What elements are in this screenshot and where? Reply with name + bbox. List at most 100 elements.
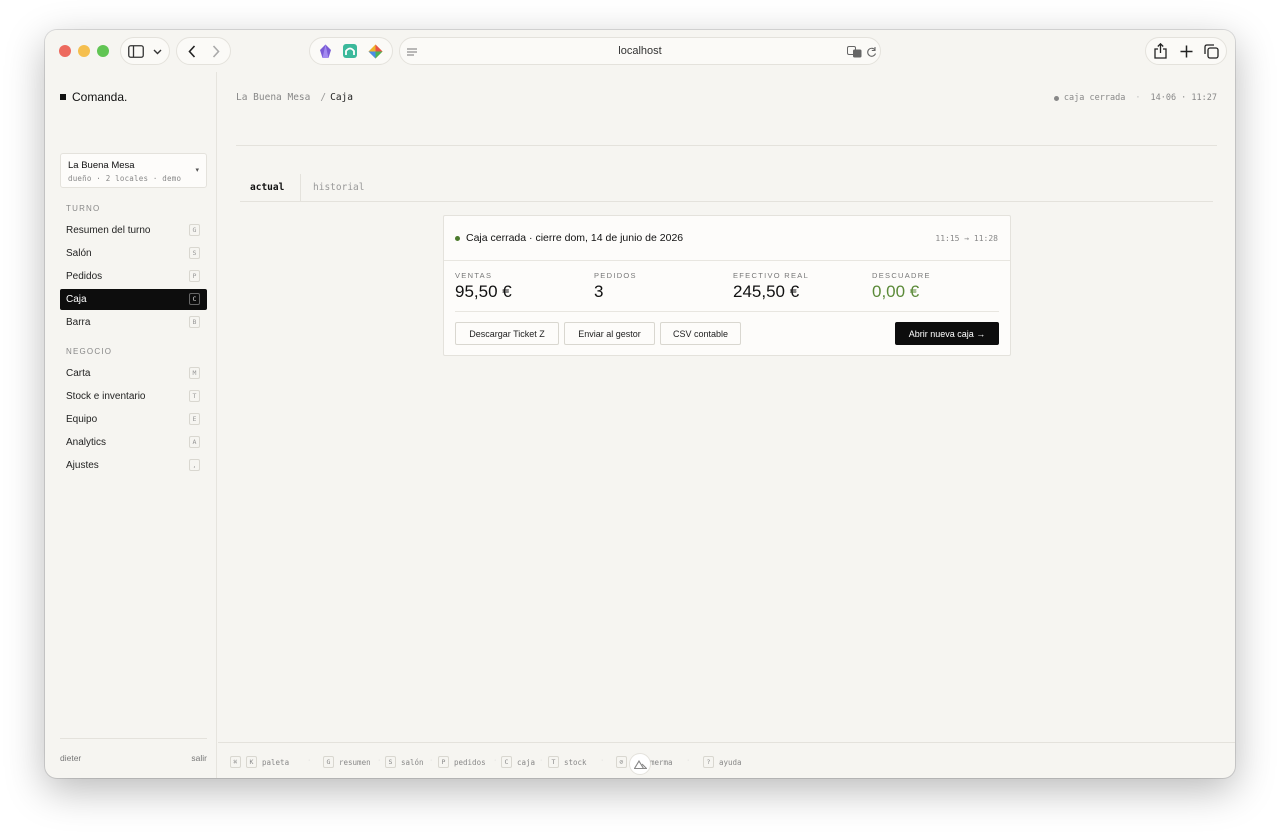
sidebar-item-analytics[interactable]: Analytics A bbox=[60, 432, 207, 453]
minimize-window-button[interactable] bbox=[78, 45, 90, 57]
metric-pedidos: PEDIDOS 3 bbox=[594, 271, 637, 302]
shortcut-separator: · bbox=[430, 757, 433, 764]
tab-historial[interactable]: historial bbox=[313, 182, 364, 193]
sidebar-item-salon[interactable]: Salón S bbox=[60, 243, 207, 264]
metric-value: 95,50 € bbox=[455, 282, 512, 301]
shortcut-palette[interactable]: ⌘ Kpaleta bbox=[230, 756, 289, 768]
shortcut-key: C bbox=[189, 293, 200, 305]
brand-logo[interactable]: Comanda. bbox=[60, 90, 127, 104]
metric-label: VENTAS bbox=[455, 271, 493, 280]
shortcut-label: paleta bbox=[262, 757, 290, 767]
open-new-register-button[interactable]: Abrir nueva caja → bbox=[895, 322, 999, 345]
tab-divider bbox=[300, 174, 301, 202]
sidebar-icon bbox=[128, 45, 144, 58]
sidebar-item-carta[interactable]: Carta M bbox=[60, 363, 207, 384]
section-title-turno: TURNO bbox=[66, 204, 101, 213]
metric-label: PEDIDOS bbox=[594, 271, 637, 280]
metric-ventas: VENTAS 95,50 € bbox=[455, 271, 512, 302]
new-tab-icon[interactable] bbox=[1180, 45, 1193, 58]
url-text: localhost bbox=[618, 45, 662, 57]
tab-bar: actual historial bbox=[240, 174, 1213, 202]
sidebar-item-pedidos[interactable]: Pedidos P bbox=[60, 266, 207, 287]
shortcut-key: G bbox=[189, 224, 200, 236]
sidebar-item-label: Barra bbox=[66, 317, 91, 328]
header-divider bbox=[236, 145, 1217, 146]
status-dot-icon bbox=[1053, 95, 1059, 101]
shortcut-label: stock bbox=[564, 757, 587, 767]
metrics-divider bbox=[455, 311, 999, 312]
close-window-button[interactable] bbox=[59, 45, 71, 57]
shortcut-label: merma bbox=[650, 757, 673, 767]
extension-arch-icon[interactable] bbox=[343, 44, 357, 58]
sidebar-item-resumen[interactable]: Resumen del turno G bbox=[60, 220, 207, 241]
sidebar-item-caja[interactable]: Caja C bbox=[60, 289, 207, 310]
status-dot-icon bbox=[455, 236, 460, 241]
reload-icon[interactable] bbox=[866, 46, 877, 58]
forward-icon[interactable] bbox=[212, 45, 220, 58]
shortcut-key: M bbox=[189, 367, 200, 379]
shortcut-bar: ⌘ Kpaleta · Gresumen · Ssalón · Ppedidos … bbox=[218, 742, 1235, 778]
shortcut-separator: · bbox=[601, 757, 604, 764]
address-bar[interactable]: localhost bbox=[399, 37, 881, 65]
sidebar-item-label: Salón bbox=[66, 248, 92, 259]
back-icon[interactable] bbox=[188, 45, 196, 58]
shortcut-stock[interactable]: Tstock bbox=[548, 756, 587, 768]
zoom-window-button[interactable] bbox=[97, 45, 109, 57]
extension-crystal-icon[interactable] bbox=[319, 44, 332, 59]
extension-diamond-icon[interactable] bbox=[368, 44, 383, 59]
status-text: caja cerrada bbox=[1063, 93, 1126, 103]
metric-value: 0,00 € bbox=[872, 282, 920, 301]
sidebar-item-label: Stock e inventario bbox=[66, 391, 146, 402]
current-user: dieter bbox=[60, 753, 82, 763]
sidebar-item-barra[interactable]: Barra B bbox=[60, 312, 207, 333]
shortcut-key: K bbox=[246, 756, 257, 768]
shortcut-pedidos[interactable]: Ppedidos bbox=[438, 756, 486, 768]
breadcrumb-root[interactable]: La Buena Mesa bbox=[236, 92, 310, 103]
devtools-badge[interactable] bbox=[629, 753, 651, 775]
csv-export-button[interactable]: CSV contable bbox=[660, 322, 741, 345]
venue-selector[interactable]: La Buena Mesa dueño · 2 locales · demo ▾ bbox=[60, 153, 207, 188]
metric-label: DESCUADRE bbox=[872, 271, 931, 280]
sidebar-item-ajustes[interactable]: Ajustes , bbox=[60, 455, 207, 476]
venue-subtitle: dueño · 2 locales · demo bbox=[68, 174, 182, 183]
breadcrumb-separator: / bbox=[320, 92, 327, 103]
send-to-accountant-button[interactable]: Enviar al gestor bbox=[564, 322, 655, 345]
shortcut-key: S bbox=[189, 247, 200, 259]
share-icon[interactable] bbox=[1154, 43, 1167, 59]
brand-square-icon bbox=[60, 94, 66, 100]
section-title-negocio: NEGOCIO bbox=[66, 347, 113, 356]
shortcut-separator: · bbox=[540, 757, 543, 764]
shortcut-separator: · bbox=[308, 757, 311, 764]
shortcut-label: resumen bbox=[339, 757, 371, 767]
shortcut-resumen[interactable]: Gresumen bbox=[323, 756, 371, 768]
main-content: La Buena Mesa / Caja caja cerrada · 14·06 … bbox=[218, 72, 1235, 778]
shortcut-key: P bbox=[438, 756, 449, 768]
logout-link[interactable]: salir bbox=[191, 753, 207, 763]
download-ticket-z-button[interactable]: Descargar Ticket Z bbox=[455, 322, 559, 345]
nuxt-logo-icon bbox=[634, 760, 647, 769]
breadcrumb: La Buena Mesa / Caja bbox=[236, 92, 353, 103]
shortcut-salon[interactable]: Ssalón bbox=[385, 756, 424, 768]
metric-descuadre: DESCUADRE 0,00 € bbox=[872, 271, 931, 302]
shortcut-key: B bbox=[189, 316, 200, 328]
translate-icon[interactable] bbox=[847, 46, 862, 58]
shortcut-caja[interactable]: Ccaja bbox=[501, 756, 535, 768]
tab-actual[interactable]: actual bbox=[250, 182, 284, 193]
shortcut-key: C bbox=[501, 756, 512, 768]
shortcut-key: G bbox=[323, 756, 334, 768]
sidebar-item-label: Analytics bbox=[66, 437, 107, 448]
sidebar-item-label: Pedidos bbox=[66, 271, 103, 282]
card-header: Caja cerrada · cierre dom, 14 de junio d… bbox=[444, 216, 1010, 261]
sidebar-item-label: Carta bbox=[66, 368, 91, 379]
sidebar-item-equipo[interactable]: Equipo E bbox=[60, 409, 207, 430]
sidebar-footer: dieter salir bbox=[60, 738, 207, 763]
shortcut-label: salón bbox=[401, 757, 424, 767]
shortcut-key: A bbox=[189, 436, 200, 448]
shortcut-ayuda[interactable]: ? ayuda bbox=[703, 756, 742, 768]
brand-name: Comanda. bbox=[72, 90, 128, 104]
tab-overview-icon[interactable] bbox=[1204, 44, 1219, 59]
sidebar-toggle-button[interactable] bbox=[120, 37, 170, 65]
sidebar-item-stock[interactable]: Stock e inventario T bbox=[60, 386, 207, 407]
shortcut-separator: · bbox=[494, 757, 497, 764]
status-datetime: 14·06 · 11:27 bbox=[1150, 93, 1217, 103]
